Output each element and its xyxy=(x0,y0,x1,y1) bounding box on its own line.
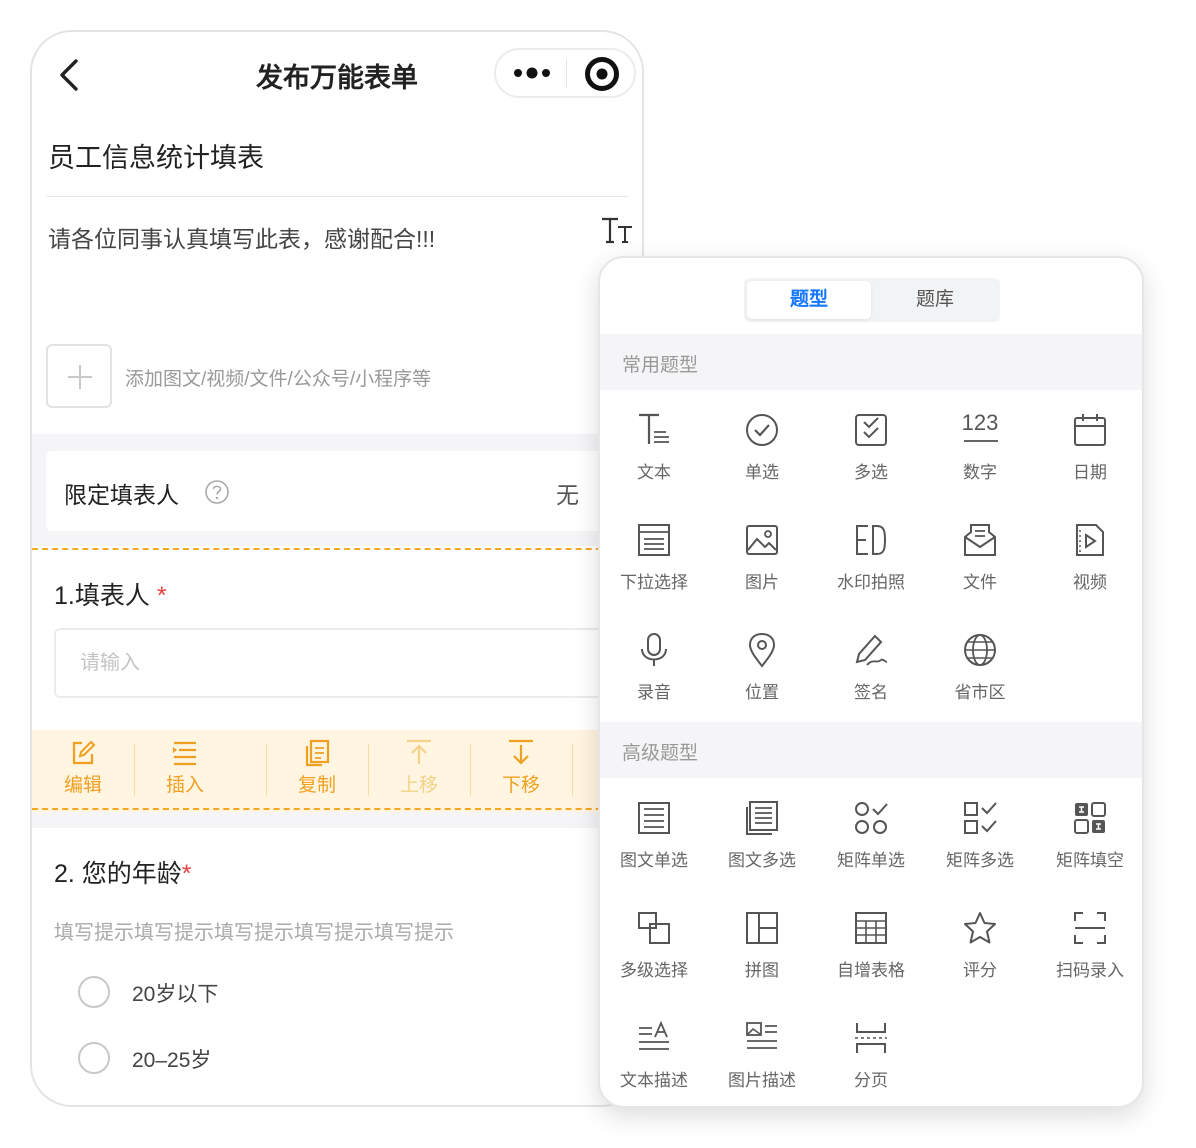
more-dots-icon[interactable] xyxy=(510,58,554,88)
form-editor-screen: 发布万能表单 员工信息统计填表 请各位同事认真填写此表，感谢配合!!! 添加图文… xyxy=(30,30,644,1107)
filler-input-box xyxy=(54,628,642,698)
type-image-description[interactable]: 图片描述 xyxy=(708,1006,816,1106)
radio-circle[interactable] xyxy=(78,1042,110,1074)
type-page-break[interactable]: 分页 xyxy=(817,1006,925,1106)
image-desc-icon xyxy=(746,1022,777,1049)
text-desc-icon xyxy=(639,1020,669,1050)
type-date[interactable]: 日期 xyxy=(1036,398,1142,498)
video-icon xyxy=(1076,524,1104,556)
insert-icon xyxy=(173,741,196,766)
type-file[interactable]: 文件 xyxy=(926,508,1034,608)
tab-question-bank[interactable]: 题库 xyxy=(873,281,997,319)
plus-icon xyxy=(68,365,92,389)
form-title[interactable]: 员工信息统计填表 xyxy=(48,136,264,175)
question-2-hint: 填写提示填写提示填写提示填写提示填写提示 xyxy=(54,922,454,944)
text-format-icon[interactable] xyxy=(600,215,634,245)
type-auto-table[interactable]: 自增表格 xyxy=(817,896,925,996)
type-image-text-multi[interactable]: 图文多选 xyxy=(708,786,816,886)
type-cascade[interactable]: 多级选择 xyxy=(600,896,708,996)
arrow-down-icon xyxy=(509,739,533,765)
number-icon: 123 xyxy=(961,410,999,435)
table-icon xyxy=(855,912,887,944)
radio-circle[interactable] xyxy=(78,976,110,1008)
scan-icon xyxy=(1074,912,1106,944)
edit-icon xyxy=(72,740,96,765)
type-text[interactable]: 文本 xyxy=(600,398,708,498)
watermark-photo-icon xyxy=(856,525,887,555)
location-icon xyxy=(748,632,776,668)
star-icon xyxy=(964,912,996,944)
calendar-icon xyxy=(1074,414,1106,446)
limit-filler-label: 限定填表人 xyxy=(64,482,179,508)
collage-icon xyxy=(746,912,778,944)
cascade-icon xyxy=(638,912,670,944)
limit-filler-value: 无 xyxy=(556,482,579,508)
image-text-multi-icon xyxy=(746,801,778,835)
question-type-panel: 题型 题库 常用题型 文本 单选 多选 123 数字 日期 下拉选择 图片 水印… xyxy=(598,256,1144,1108)
nav-bar: 发布万能表单 xyxy=(32,32,642,116)
globe-icon xyxy=(964,634,996,666)
mini-program-capsule xyxy=(494,48,636,98)
copy-icon xyxy=(305,739,330,767)
type-watermark-photo[interactable]: 水印拍照 xyxy=(817,508,925,608)
limit-filler-row[interactable]: 限定填表人 无 xyxy=(46,451,642,531)
matrix-single-icon xyxy=(855,802,888,834)
type-collage[interactable]: 拼图 xyxy=(708,896,816,996)
dropdown-icon xyxy=(638,524,670,556)
question-2-title[interactable]: 2. 您的年龄* xyxy=(54,854,192,890)
move-down-button[interactable]: 下移 xyxy=(470,730,572,812)
signature-icon xyxy=(855,634,888,666)
question-toolbar: 编辑 插入 复制 上移 下移 xyxy=(32,730,642,812)
filler-input[interactable] xyxy=(56,630,642,696)
type-matrix-multi[interactable]: 矩阵多选 xyxy=(926,786,1034,886)
type-multi-choice[interactable]: 多选 xyxy=(817,398,925,498)
type-scan-input[interactable]: 扫码录入 xyxy=(1036,896,1142,996)
panel-tabs: 题型 题库 xyxy=(744,278,1000,322)
attachment-hint: 添加图文/视频/文件/公众号/小程序等 xyxy=(125,369,432,390)
help-question-icon[interactable] xyxy=(204,479,230,505)
type-single-choice[interactable]: 单选 xyxy=(708,398,816,498)
tab-question-types[interactable]: 题型 xyxy=(747,281,871,319)
radio-circle[interactable] xyxy=(78,1106,110,1107)
file-icon xyxy=(964,524,996,556)
type-text-description[interactable]: 文本描述 xyxy=(600,1006,708,1106)
matrix-fill-icon xyxy=(1074,802,1106,834)
add-attachment-button[interactable] xyxy=(46,344,112,408)
type-matrix-single[interactable]: 矩阵单选 xyxy=(817,786,925,886)
type-rating[interactable]: 评分 xyxy=(926,896,1034,996)
type-signature[interactable]: 签名 xyxy=(817,618,925,718)
type-matrix-fill[interactable]: 矩阵填空 xyxy=(1036,786,1142,886)
type-image-text-single[interactable]: 图文单选 xyxy=(600,786,708,886)
type-image[interactable]: 图片 xyxy=(708,508,816,608)
form-description[interactable]: 请各位同事认真填写此表，感谢配合!!! xyxy=(48,220,435,254)
single-choice-icon xyxy=(746,414,778,446)
type-location[interactable]: 位置 xyxy=(708,618,816,718)
type-number[interactable]: 123 数字 xyxy=(926,398,1034,498)
insert-button[interactable]: 插入 xyxy=(134,730,236,812)
page-break-icon xyxy=(855,1023,887,1053)
image-text-single-icon xyxy=(638,802,670,834)
matrix-multi-icon xyxy=(964,802,997,834)
close-target-icon[interactable] xyxy=(584,56,620,92)
edit-button[interactable]: 编辑 xyxy=(32,730,134,812)
common-section-header: 常用题型 xyxy=(600,334,1142,390)
move-up-button[interactable]: 上移 xyxy=(368,730,470,812)
arrow-up-icon xyxy=(407,739,431,764)
type-recording[interactable]: 录音 xyxy=(600,618,708,718)
image-icon xyxy=(746,525,778,555)
question-1-title[interactable]: 1.填表人 * xyxy=(54,576,167,612)
text-icon xyxy=(639,413,669,444)
advanced-section-header: 高级题型 xyxy=(600,722,1142,778)
microphone-icon xyxy=(641,633,667,666)
type-dropdown[interactable]: 下拉选择 xyxy=(600,508,708,608)
type-video[interactable]: 视频 xyxy=(1036,508,1142,608)
multi-choice-icon xyxy=(855,414,887,446)
copy-button[interactable]: 复制 xyxy=(266,730,368,812)
type-province-city[interactable]: 省市区 xyxy=(926,618,1034,718)
